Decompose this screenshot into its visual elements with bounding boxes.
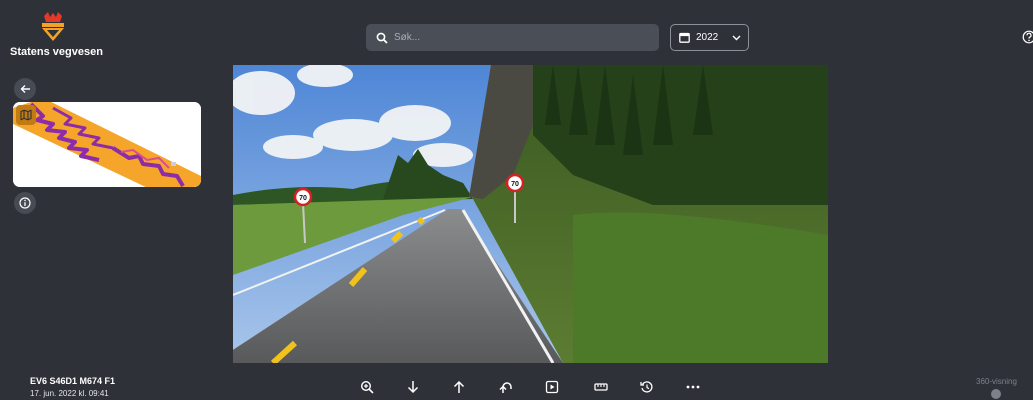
logo-icon: [42, 12, 64, 41]
map-icon: [20, 109, 32, 121]
minimap-route: [13, 102, 201, 187]
play-icon: [545, 380, 559, 394]
app-root: Statens vegvesen 2022: [0, 0, 1033, 400]
search-icon: [376, 32, 388, 44]
help-icon[interactable]: [1022, 30, 1033, 44]
step-forward-button[interactable]: [450, 378, 468, 396]
more-options-button[interactable]: [684, 378, 702, 396]
road-reference: EV6 S46D1 M674 F1: [30, 376, 116, 386]
zoom-in-icon: [360, 380, 374, 394]
turn-around-icon: [499, 382, 512, 393]
ruler-icon: [594, 383, 608, 391]
step-back-button[interactable]: [404, 378, 422, 396]
minimap[interactable]: [13, 102, 201, 187]
speed-limit-left: 70: [299, 195, 307, 202]
arrow-left-icon: [20, 85, 30, 93]
photo-timestamp: 17. jun. 2022 kl. 09:41: [30, 389, 109, 398]
year-value: 2022: [696, 32, 719, 43]
arrow-down-icon: [407, 381, 419, 394]
search-bar[interactable]: [366, 24, 659, 51]
map-toggle-button[interactable]: [16, 105, 36, 125]
zoom-in-button[interactable]: [358, 378, 376, 396]
brand-name: Statens vegvesen: [10, 46, 103, 58]
turn-around-button[interactable]: [497, 378, 515, 396]
info-button[interactable]: [14, 192, 36, 214]
logo[interactable]: Statens vegvesen: [10, 12, 103, 58]
view360-label: 360-visning: [976, 377, 1017, 386]
more-icon: [686, 385, 700, 389]
bottom-bar: [0, 363, 1033, 400]
year-select[interactable]: 2022: [670, 24, 749, 51]
back-button[interactable]: [14, 78, 36, 100]
arrow-up-icon: [453, 380, 465, 393]
play-button[interactable]: [543, 378, 561, 396]
history-button[interactable]: [638, 378, 656, 396]
history-icon: [640, 381, 653, 393]
view360-toggle[interactable]: [991, 389, 1001, 399]
calendar-icon: [679, 32, 690, 43]
info-icon: [19, 197, 31, 209]
measure-button[interactable]: [592, 378, 610, 396]
speed-limit-right: 70: [511, 181, 519, 188]
top-bar: Statens vegvesen 2022: [0, 0, 1033, 63]
road-photo-viewer[interactable]: 70 70: [233, 65, 828, 363]
search-input[interactable]: [394, 32, 634, 43]
road-photo: 70 70: [233, 65, 828, 363]
chevron-down-icon: [732, 35, 741, 40]
